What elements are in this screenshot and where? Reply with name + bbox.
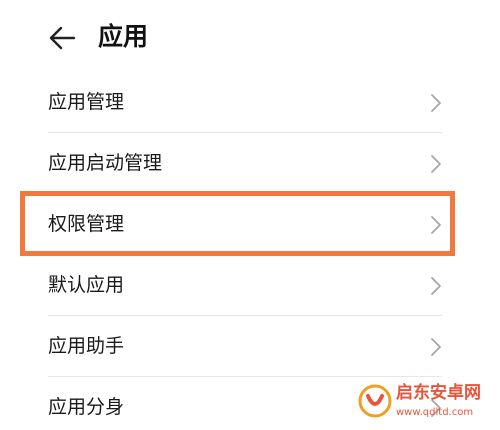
highlight-annotation: [20, 191, 455, 256]
back-button[interactable]: [44, 20, 80, 56]
list-item-app-management[interactable]: 应用管理: [0, 72, 500, 133]
chevron-right-icon: [430, 154, 442, 174]
page-title: 应用: [98, 22, 149, 51]
watermark: 启东安卓网 www.qdltd.com: [358, 380, 494, 426]
list-item-app-assistant[interactable]: 应用助手: [0, 316, 500, 377]
list-item-default-apps[interactable]: 默认应用: [0, 255, 500, 316]
header: 应用: [0, 0, 500, 76]
chevron-right-icon: [430, 337, 442, 357]
list-item-label: 应用助手: [48, 335, 125, 357]
list-item-label: 应用管理: [48, 91, 125, 113]
list-item-label: 应用分身: [48, 396, 125, 418]
list-item-label: 默认应用: [48, 274, 125, 296]
settings-page: 应用 应用管理 应用启动管理 权限管理 默认应用 应用助手 应用分身 启东安卓网…: [0, 0, 500, 430]
list-item-label: 应用启动管理: [48, 152, 163, 174]
watermark-logo-icon: [358, 384, 392, 418]
chevron-right-icon: [430, 276, 442, 296]
watermark-name: 启东安卓网: [396, 383, 481, 403]
chevron-right-icon: [430, 93, 442, 113]
arrow-left-icon: [49, 26, 76, 50]
watermark-url: www.qdltd.com: [396, 407, 474, 418]
list-item-app-launch-management[interactable]: 应用启动管理: [0, 133, 500, 194]
